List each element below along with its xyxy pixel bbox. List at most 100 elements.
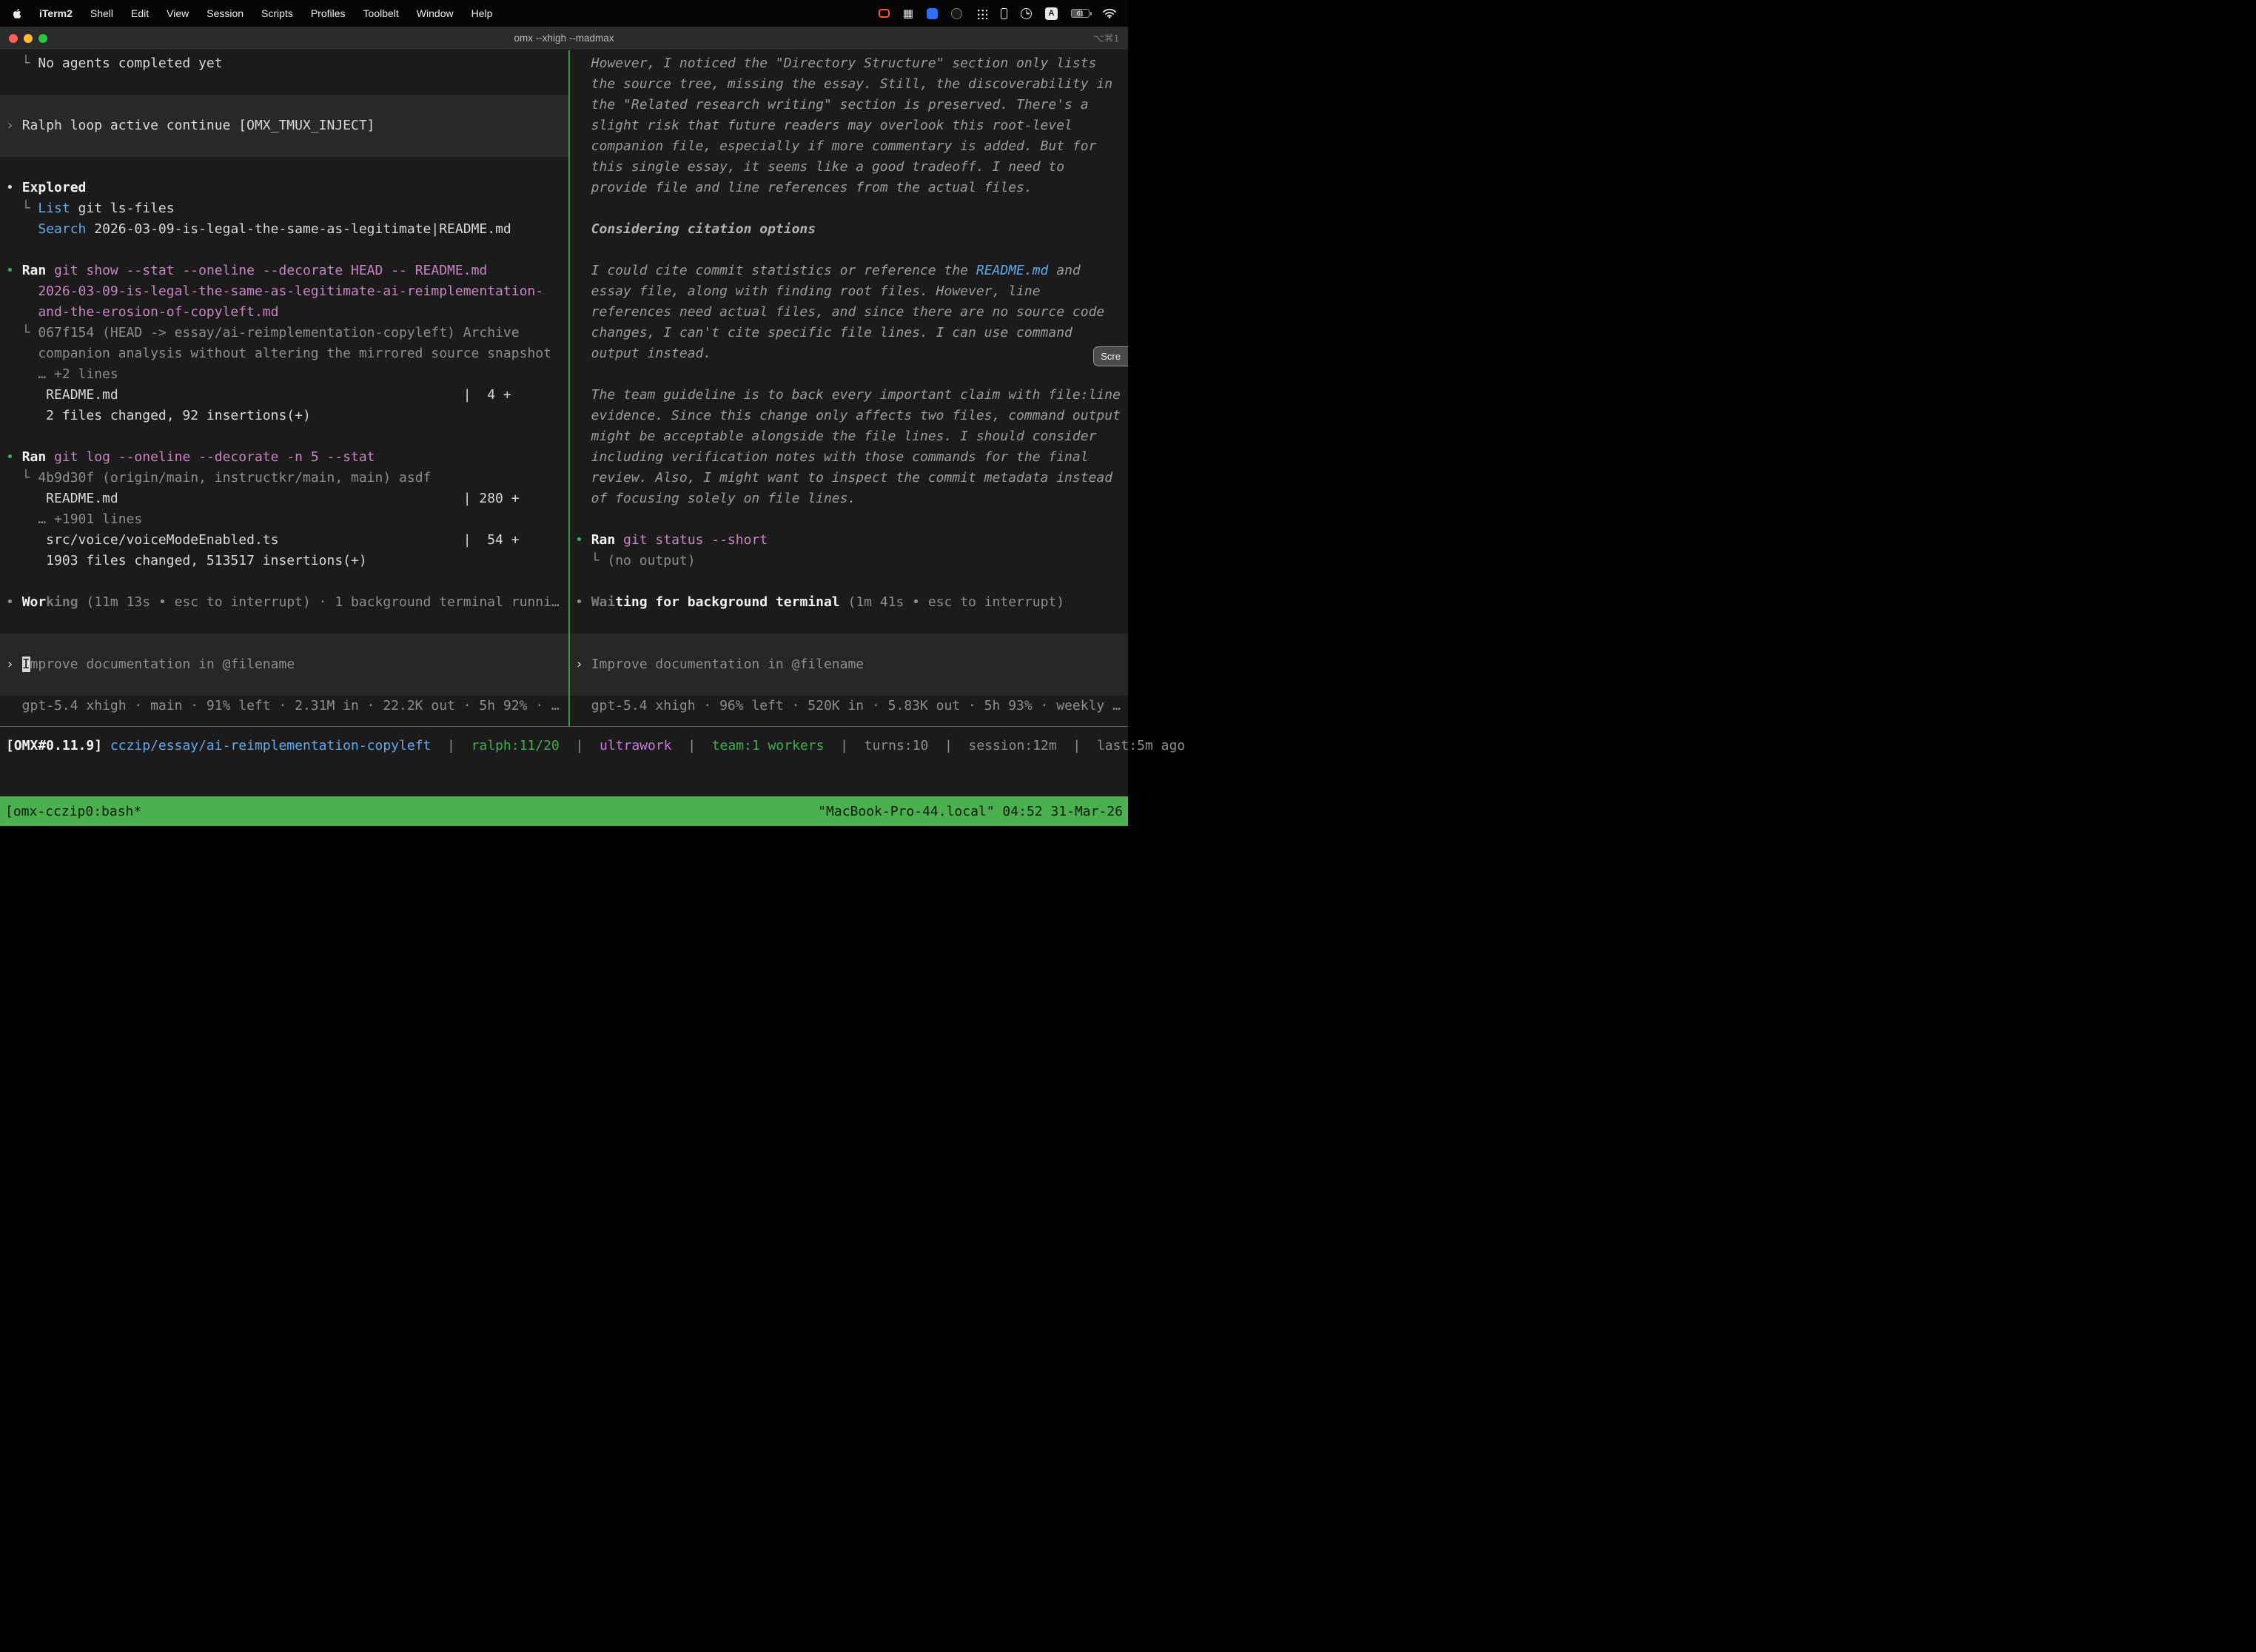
text-segment: 067f154 (HEAD -> essay/ai-reimplementati… [38,325,519,340]
text-segment: › [6,657,22,672]
terminal-line [570,634,1128,654]
terminal-line [6,157,568,178]
keyboard-icon[interactable]: ▦ [903,8,913,19]
terminal-line: 2 files changed, 92 insertions(+) [6,406,568,426]
text-segment: Explored [22,180,87,195]
text-segment: Wai [591,594,616,610]
menu-item-shell[interactable]: Shell [90,7,113,19]
terminal-line [6,426,568,447]
ralph-loop-banner: › Ralph loop active continue [OMX_TMUX_I… [0,115,568,136]
terminal-line: of focusing solely on file lines. [575,488,1128,509]
text-segment: List [38,201,70,216]
dark-app-icon[interactable] [951,8,962,19]
text-segment: • [6,594,22,610]
menu-item-scripts[interactable]: Scripts [261,7,293,19]
text-segment: Ran [22,449,47,465]
terminal-line: might be acceptable alongside the file l… [575,426,1128,447]
terminal-line: • Explored [6,178,568,198]
menu-item-toolbelt[interactable]: Toolbelt [363,7,399,19]
text-segment: king [46,594,78,610]
apple-menu-icon[interactable] [12,7,21,19]
minimize-button[interactable] [24,34,33,43]
terminal-line: changes, I can't cite specific file line… [575,323,1128,343]
command-input[interactable]: › Improve documentation in @filename [0,654,568,675]
left-terminal-pane[interactable]: └ No agents completed yet › Ralph loop ac… [0,50,568,726]
command-input[interactable]: › Improve documentation in @filename [570,654,1128,675]
text-segment: including verification notes with those … [575,449,1089,465]
text-segment: No agents completed yet [38,56,222,71]
terminal-line: However, I noticed the "Directory Struct… [575,53,1128,74]
terminal-line: companion file, especially if more comme… [575,136,1128,157]
terminal-line [575,613,1128,634]
clock-icon[interactable] [1021,8,1032,19]
terminal-line: companion analysis without altering the … [6,343,568,364]
text-segment: 4b9d30f (origin/main, instructkr/main, m… [38,470,431,486]
apps-grid-icon[interactable] [976,7,987,19]
text-segment: last:5m ago [1097,738,1185,753]
text-segment: I could cite commit statistics or refere… [575,263,976,278]
text-segment: [OMX#0.11.9] [6,738,110,753]
text-segment [78,594,87,610]
text-segment: changes, I can't cite specific file line… [575,325,1072,340]
screen-share-notification[interactable]: Scre [1093,346,1128,366]
text-segment [840,594,848,610]
text-segment: 2026-03-09-is-legal-the-same-as-legitima… [6,283,543,299]
text-segment: this single essay, it seems like a good … [575,159,1064,175]
menu-item-view[interactable]: View [167,7,189,19]
window-titlebar[interactable]: omx --xhigh --madmax ⌥⌘1 [0,27,1128,50]
text-segment [615,532,623,548]
terminal-line: README.md | 4 + [6,385,568,406]
terminal-line: the source tree, missing the essay. Stil… [575,74,1128,95]
blue-app-icon[interactable] [927,8,938,19]
terminal-line: output instead. [575,343,1128,364]
reasoning-heading: Considering citation options [575,219,1128,240]
text-segment: • [575,594,591,610]
omx-status-lines: [OMX#0.11.9] cczip/essay/ai-reimplementa… [6,736,1128,756]
text-segment: | [824,738,864,753]
tmux-hostname-clock: "MacBook-Pro-44.local" 04:52 31-Mar-26 [818,804,1123,819]
wifi-icon[interactable] [1103,8,1116,19]
omx-status-area: [OMX#0.11.9] cczip/essay/ai-reimplementa… [0,726,1128,796]
terminal-line: └ (no output) [575,551,1128,571]
terminal-line: └ No agents completed yet [6,53,568,74]
session-status-line: gpt-5.4 xhigh · main · 91% left · 2.31M … [6,696,568,716]
apple-logo [12,7,21,19]
menu-item-profiles[interactable]: Profiles [311,7,346,19]
text-segment: | [560,738,600,753]
text-segment: README.md | 280 + [6,491,520,506]
battery-icon[interactable]: 61 [1071,9,1090,18]
text-segment: Ralph loop active continue [OMX_TMUX_INJ… [22,118,375,133]
menu-item-session[interactable]: Session [207,7,244,19]
input-source-icon[interactable]: A [1045,7,1058,20]
screen-recording-icon[interactable] [879,9,890,18]
terminal-line: evidence. Since this change only affects… [575,406,1128,426]
text-segment: › [6,118,22,133]
phone-icon[interactable] [1001,8,1007,19]
text-segment: provide file and line references from th… [575,180,1033,195]
terminal-line [6,240,568,261]
terminal-line: this single essay, it seems like a good … [575,157,1128,178]
text-segment [46,263,54,278]
window-shortcut-badge: ⌥⌘1 [1093,33,1119,44]
text-segment: (1m 41s • esc to interrupt) [847,594,1064,610]
text-segment: gpt-5.4 xhigh · 96% left · 520K in · 5.8… [575,698,1121,713]
menu-item-window[interactable]: Window [417,7,454,19]
terminal-line: the "Related research writing" section i… [575,95,1128,115]
right-terminal-pane[interactable]: However, I noticed the "Directory Struct… [570,50,1128,726]
text-segment: mprove documentation in @filename [30,657,295,672]
terminal-line: including verification notes with those … [575,447,1128,468]
terminal-line [0,634,568,654]
zoom-button[interactable] [38,34,47,43]
menu-item-iterm2[interactable]: iTerm2 [39,7,73,19]
menu-item-edit[interactable]: Edit [131,7,149,19]
text-segment: • [6,449,22,465]
menu-item-help[interactable]: Help [471,7,493,19]
working-status: • Working (11m 13s • esc to interrupt) ·… [6,592,568,613]
text-segment: • [6,263,22,278]
text-segment: Ran [591,532,616,548]
text-segment: git log --oneline --decorate -n 5 --stat [54,449,375,465]
text-segment: turns:10 [865,738,929,753]
text-segment: ting for background terminal [615,594,839,610]
close-button[interactable] [9,34,18,43]
text-segment: src/voice/voiceModeEnabled.ts | 54 + [6,532,520,548]
